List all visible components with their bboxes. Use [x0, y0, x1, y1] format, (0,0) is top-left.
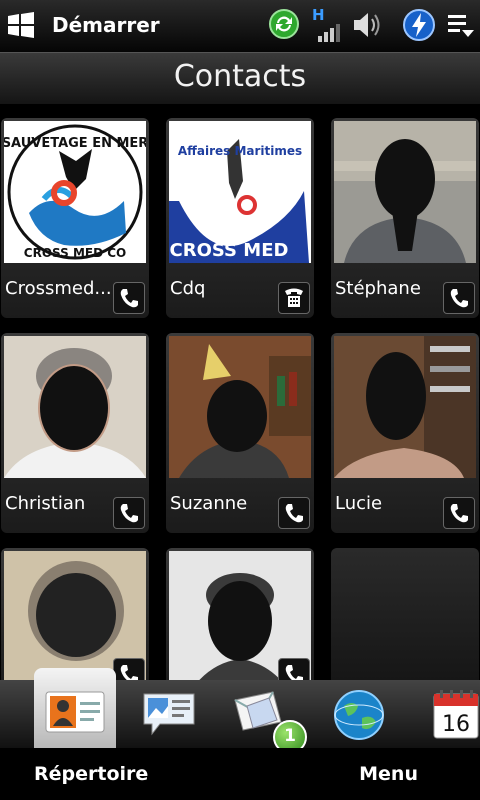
tab-contacts[interactable]	[34, 668, 116, 748]
contact-card-christian[interactable]: Christian	[1, 333, 149, 533]
contact-card-partial-2[interactable]	[166, 548, 314, 680]
menu-dropdown-icon[interactable]	[446, 12, 476, 40]
contact-photo	[4, 336, 146, 478]
contact-card-lucie[interactable]: Lucie	[331, 333, 479, 533]
contact-name: Lucie	[335, 493, 383, 514]
power-icon[interactable]	[402, 8, 436, 42]
contacts-header: Contacts	[0, 52, 480, 105]
contact-name: Stéphane	[335, 278, 421, 299]
start-title[interactable]: Démarrer	[52, 13, 160, 37]
sync-icon[interactable]	[268, 8, 300, 40]
tab-messages[interactable]	[132, 680, 212, 748]
softkey-bar: Répertoire Menu	[0, 748, 480, 800]
call-phone-icon[interactable]	[278, 497, 310, 529]
crossmed-logo-top: SAUVETAGE EN MER	[4, 136, 146, 151]
tab-calendar[interactable]: 16	[424, 680, 480, 748]
call-phone-icon[interactable]	[443, 282, 475, 314]
signal-indicator[interactable]: H	[310, 6, 344, 42]
contact-photo	[169, 336, 311, 478]
contacts-grid[interactable]: SAUVETAGE EN MER CROSS MED CO Crossmed..…	[0, 104, 480, 680]
mail-badge-count: 1	[284, 726, 296, 746]
softkey-right-menu[interactable]: Menu	[359, 763, 418, 785]
tab-mail[interactable]: 1	[225, 680, 307, 754]
contact-card-crossmed[interactable]: SAUVETAGE EN MER CROSS MED CO Crossmed..…	[1, 118, 149, 318]
page-title: Contacts	[173, 59, 307, 94]
cdq-logo-bottom: CROSS MED	[170, 240, 289, 261]
contact-name: Christian	[5, 493, 86, 514]
call-phone-icon[interactable]	[113, 282, 145, 314]
photo-messages-icon	[143, 693, 195, 736]
call-landline-icon[interactable]	[278, 282, 310, 314]
contact-name: Crossmed...	[5, 278, 112, 299]
contact-photo	[334, 121, 476, 263]
cdq-logo-top: Affaires Maritimes	[178, 144, 302, 158]
calendar-icon: 16	[433, 690, 479, 739]
contact-photo	[334, 336, 476, 478]
tab-internet[interactable]	[328, 680, 408, 748]
contact-card-stephane[interactable]: Stéphane	[331, 118, 479, 318]
contacts-card-icon	[45, 691, 105, 733]
contact-card-suzanne[interactable]: Suzanne	[166, 333, 314, 533]
tab-bar: 1 16	[0, 668, 480, 754]
contact-photo: Affaires Maritimes CROSS MED	[169, 121, 311, 263]
volume-icon[interactable]	[350, 8, 386, 42]
crossmed-logo-bottom: CROSS MED CO	[24, 246, 126, 260]
contact-card-cdq[interactable]: Affaires Maritimes CROSS MED Cdq	[166, 118, 314, 318]
contact-photo: SAUVETAGE EN MER CROSS MED CO	[4, 121, 146, 263]
softkey-left-repertoire[interactable]: Répertoire	[34, 763, 148, 785]
contact-name: Cdq	[170, 278, 206, 299]
call-phone-icon[interactable]	[113, 497, 145, 529]
call-phone-icon[interactable]	[278, 658, 310, 680]
contact-card-partial-1[interactable]	[1, 548, 149, 680]
affaires-maritimes-logo: Affaires Maritimes CROSS MED	[169, 121, 311, 263]
contact-card-empty[interactable]	[331, 548, 479, 680]
internet-globe-icon	[334, 690, 384, 740]
signal-icon	[318, 24, 340, 42]
call-phone-icon[interactable]	[113, 658, 145, 680]
call-phone-icon[interactable]	[443, 497, 475, 529]
crossmed-logo: SAUVETAGE EN MER CROSS MED CO	[4, 121, 146, 263]
windows-flag-icon[interactable]	[6, 10, 36, 40]
status-bar: Démarrer H	[0, 0, 480, 52]
calendar-day: 16	[442, 712, 470, 737]
contact-name: Suzanne	[170, 493, 248, 514]
